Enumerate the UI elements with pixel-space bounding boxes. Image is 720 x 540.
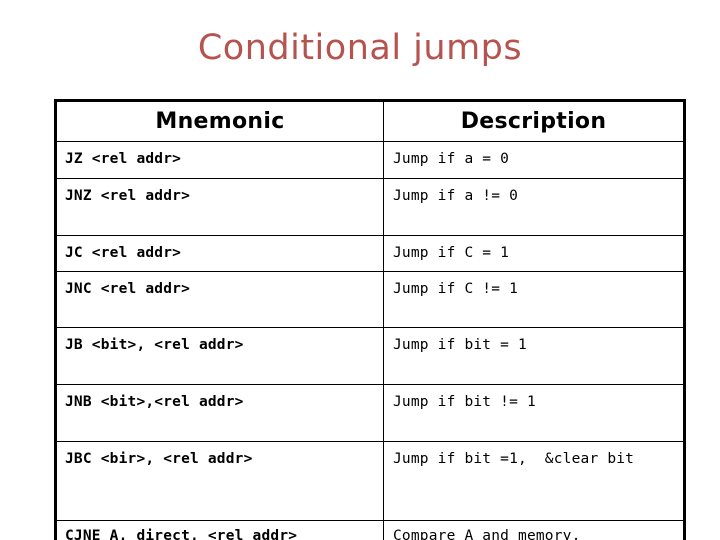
cell-description: Jump if a != 0 xyxy=(383,178,685,236)
table-row: CJNE A, direct, <rel addr> Compare A and… xyxy=(55,520,685,540)
mnemonic-text: JBC <bir>, <rel addr> xyxy=(65,451,253,467)
mnemonic-text: JB <bit>, <rel addr> xyxy=(65,337,244,353)
mnemonic-text: JNZ <rel addr> xyxy=(65,188,191,204)
description-text: Jump if a != 0 xyxy=(393,188,519,204)
cell-description: Jump if a = 0 xyxy=(383,141,685,179)
mnemonic-text: JNB <bit>,<rel addr> xyxy=(65,394,244,410)
description-text: Compare A and memory, xyxy=(393,528,581,540)
description-text: Jump if C = 1 xyxy=(393,245,510,261)
column-header-mnemonic: Mnemonic xyxy=(55,100,384,142)
conditional-jumps-table: Mnemonic Description JZ <rel addr> Jump … xyxy=(54,99,686,540)
cell-mnemonic: JB <bit>, <rel addr> xyxy=(55,327,384,385)
table-row: JBC <bir>, <rel addr> Jump if bit =1, &c… xyxy=(55,441,685,521)
cell-mnemonic: JNZ <rel addr> xyxy=(55,178,384,236)
page-title: Conditional jumps xyxy=(197,28,523,68)
table-header: Mnemonic Description xyxy=(55,100,685,142)
cell-mnemonic: JZ <rel addr> xyxy=(55,141,384,179)
table-row: JNZ <rel addr> Jump if a != 0 xyxy=(55,178,685,236)
cell-mnemonic: JBC <bir>, <rel addr> xyxy=(55,441,384,521)
description-text: Jump if a = 0 xyxy=(393,151,510,167)
mnemonic-text: JZ <rel addr> xyxy=(65,151,182,167)
table-row: JC <rel addr> Jump if C = 1 xyxy=(55,235,685,272)
cell-description: Compare A and memory, xyxy=(383,520,685,540)
description-text: Jump if bit = 1 xyxy=(393,337,527,353)
table-body: JZ <rel addr> Jump if a = 0 JNZ <rel add… xyxy=(55,141,685,540)
cell-description: Jump if bit =1, &clear bit xyxy=(383,441,685,521)
table-row: JNC <rel addr> Jump if C != 1 xyxy=(55,271,685,328)
description-text: Jump if bit =1, &clear bit xyxy=(393,451,635,467)
cell-description: Jump if C != 1 xyxy=(383,271,685,328)
table-row: JNB <bit>,<rel addr> Jump if bit != 1 xyxy=(55,384,685,442)
table-header-row: Mnemonic Description xyxy=(55,100,685,142)
column-header-description: Description xyxy=(383,100,685,142)
cell-mnemonic: CJNE A, direct, <rel addr> xyxy=(55,520,384,540)
mnemonic-text: JNC <rel addr> xyxy=(65,281,191,297)
description-text: Jump if bit != 1 xyxy=(393,394,536,410)
mnemonic-text: JC <rel addr> xyxy=(65,245,182,261)
cell-description: Jump if bit = 1 xyxy=(383,327,685,385)
cell-mnemonic: JNB <bit>,<rel addr> xyxy=(55,384,384,442)
cell-description: Jump if bit != 1 xyxy=(383,384,685,442)
slide-canvas: Conditional jumps Mnemonic Description J… xyxy=(0,0,720,540)
cell-mnemonic: JC <rel addr> xyxy=(55,235,384,272)
table-row: JB <bit>, <rel addr> Jump if bit = 1 xyxy=(55,327,685,385)
cell-mnemonic: JNC <rel addr> xyxy=(55,271,384,328)
description-text: Jump if C != 1 xyxy=(393,281,519,297)
mnemonic-text: CJNE A, direct, <rel addr> xyxy=(65,528,298,540)
cell-description: Jump if C = 1 xyxy=(383,235,685,272)
table-row: JZ <rel addr> Jump if a = 0 xyxy=(55,141,685,179)
